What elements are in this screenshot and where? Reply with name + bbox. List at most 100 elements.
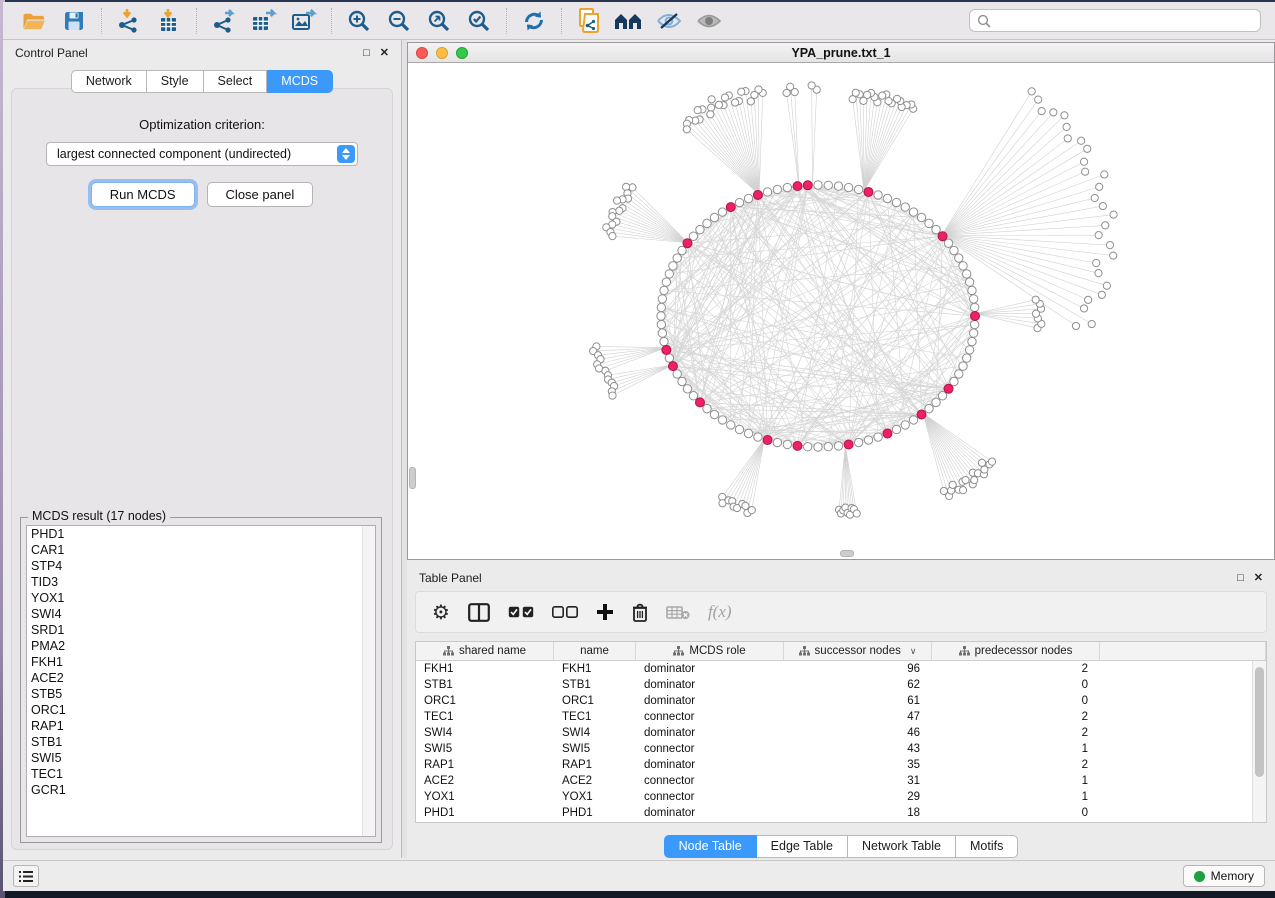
mcds-result-item[interactable]: TID3 [27, 574, 375, 590]
table-settings-icon[interactable]: ⚙ [432, 600, 450, 624]
mcds-result-item[interactable]: RAP1 [27, 718, 375, 734]
mcds-result-item[interactable]: PHD1 [27, 526, 375, 542]
zoom-selected-icon[interactable] [462, 6, 496, 36]
export-network-icon[interactable] [207, 6, 241, 36]
mcds-result-item[interactable]: SWI5 [27, 750, 375, 766]
control-panel-title: Control Panel [15, 46, 88, 60]
import-network-from-file-icon[interactable] [112, 6, 146, 36]
mcds-result-item[interactable]: SWI4 [27, 606, 375, 622]
zoom-in-icon[interactable] [342, 6, 376, 36]
network-horizontal-scrollbar[interactable] [840, 550, 854, 557]
open-file-icon[interactable] [17, 6, 51, 36]
mcds-result-item[interactable]: CAR1 [27, 542, 375, 558]
column-header-name[interactable]: name [554, 642, 636, 660]
hide-selected-icon[interactable] [652, 6, 686, 36]
table-row[interactable]: ORC1ORC1dominator610 [416, 693, 1252, 709]
table-scrollbar[interactable] [1252, 661, 1266, 822]
import-table-from-file-icon[interactable] [152, 6, 186, 36]
save-session-icon[interactable] [57, 6, 91, 36]
float-panel-icon[interactable]: □ [1237, 573, 1244, 584]
table-row[interactable]: SWI4SWI4dominator462 [416, 725, 1252, 741]
cell-name: FKH1 [554, 663, 636, 675]
hierarchy-icon [673, 646, 684, 656]
mcds-result-group: MCDS result (17 nodes) PHD1CAR1STP4TID3Y… [20, 509, 382, 843]
export-table-icon[interactable] [247, 6, 281, 36]
table-row[interactable]: FKH1FKH1dominator962 [416, 661, 1252, 677]
table-row[interactable]: RAP1RAP1dominator352 [416, 757, 1252, 773]
tab-node-table[interactable]: Node Table [664, 835, 757, 858]
cell-name: ACE2 [554, 775, 636, 787]
criterion-select[interactable]: largest connected component (undirected) [46, 142, 358, 166]
mcds-result-item[interactable]: STB5 [27, 686, 375, 702]
mcds-result-list[interactable]: PHD1CAR1STP4TID3YOX1SWI4SRD1PMA2FKH1ACE2… [26, 525, 376, 837]
cell-shared_name: YOX1 [416, 791, 554, 803]
mcds-result-item[interactable]: FKH1 [27, 654, 375, 670]
run-mcds-button[interactable]: Run MCDS [91, 182, 195, 207]
mcds-result-item[interactable]: ORC1 [27, 702, 375, 718]
network-window-title: YPA_prune.txt_1 [408, 46, 1274, 60]
task-history-button[interactable] [13, 865, 39, 887]
cell-name: SWI5 [554, 743, 636, 755]
column-header-shared-name[interactable]: shared name [416, 642, 554, 660]
table-row[interactable]: ACE2ACE2connector311 [416, 773, 1252, 789]
table-row[interactable]: YOX1YOX1connector291 [416, 789, 1252, 805]
table-scrollbar-thumb[interactable] [1255, 667, 1264, 777]
cell-name: RAP1 [554, 759, 636, 771]
mcds-result-item[interactable]: STP4 [27, 558, 375, 574]
cell-predecessors: 0 [932, 807, 1100, 819]
tab-style[interactable]: Style [147, 70, 204, 93]
status-bar: Memory [3, 860, 1275, 891]
deselect-all-icon[interactable] [552, 606, 578, 618]
delete-column-icon[interactable] [632, 603, 648, 622]
memory-label: Memory [1211, 869, 1254, 883]
cell-role: dominator [636, 807, 784, 819]
mcds-list-scrollbar[interactable] [362, 526, 375, 836]
column-header-successor-nodes[interactable]: successor nodes ∨ [784, 642, 932, 660]
network-graph[interactable] [408, 63, 1274, 559]
column-label: name [580, 645, 609, 657]
search-input[interactable] [969, 9, 1261, 32]
cell-name: ORC1 [554, 695, 636, 707]
show-all-icon[interactable] [692, 6, 726, 36]
tab-edge-table[interactable]: Edge Table [757, 835, 848, 858]
column-header-predecessor-nodes[interactable]: predecessor nodes [932, 642, 1100, 660]
export-image-icon[interactable] [287, 6, 321, 36]
column-label: successor nodes [815, 645, 901, 657]
tab-mcds[interactable]: MCDS [267, 70, 333, 93]
network-canvas[interactable] [408, 63, 1274, 559]
zoom-out-icon[interactable] [382, 6, 416, 36]
tab-motifs[interactable]: Motifs [956, 835, 1018, 858]
tab-network-table[interactable]: Network Table [848, 835, 956, 858]
new-network-from-selection-icon[interactable] [572, 6, 606, 36]
tab-network[interactable]: Network [71, 70, 147, 93]
hierarchy-icon [443, 646, 454, 656]
network-window-titlebar[interactable]: YPA_prune.txt_1 [408, 43, 1274, 63]
mcds-result-item[interactable]: TEC1 [27, 766, 375, 782]
mcds-result-item[interactable]: STB1 [27, 734, 375, 750]
table-row[interactable]: TEC1TEC1connector472 [416, 709, 1252, 725]
table-row[interactable]: STB1STB1dominator620 [416, 677, 1252, 693]
mcds-result-item[interactable]: SRD1 [27, 622, 375, 638]
mcds-result-item[interactable]: PMA2 [27, 638, 375, 654]
tab-select[interactable]: Select [204, 70, 268, 93]
first-neighbors-icon[interactable] [612, 6, 646, 36]
mcds-result-item[interactable]: YOX1 [27, 590, 375, 606]
apply-preferred-layout-icon[interactable] [517, 6, 551, 36]
memory-button[interactable]: Memory [1183, 865, 1265, 887]
zoom-fit-content-icon[interactable] [422, 6, 456, 36]
select-all-check-icon[interactable] [508, 606, 534, 618]
column-header-MCDS-role[interactable]: MCDS role [636, 642, 784, 660]
close-panel-icon[interactable]: ✕ [1254, 573, 1263, 584]
close-panel-icon[interactable]: ✕ [380, 48, 389, 59]
add-column-icon[interactable] [596, 603, 614, 621]
close-panel-button[interactable]: Close panel [207, 182, 314, 207]
column-layout-icon[interactable] [468, 603, 490, 622]
mcds-result-item[interactable]: ACE2 [27, 670, 375, 686]
table-row[interactable]: PHD1PHD1dominator180 [416, 805, 1252, 821]
network-vertical-scrollbar[interactable] [409, 467, 416, 489]
table-row[interactable]: SWI5SWI5connector431 [416, 741, 1252, 757]
sort-caret-icon[interactable]: ∨ [910, 646, 917, 657]
function-builder-disabled-icon: f(x) [708, 602, 732, 622]
float-panel-icon[interactable]: □ [363, 48, 370, 59]
mcds-result-item[interactable]: GCR1 [27, 782, 375, 798]
